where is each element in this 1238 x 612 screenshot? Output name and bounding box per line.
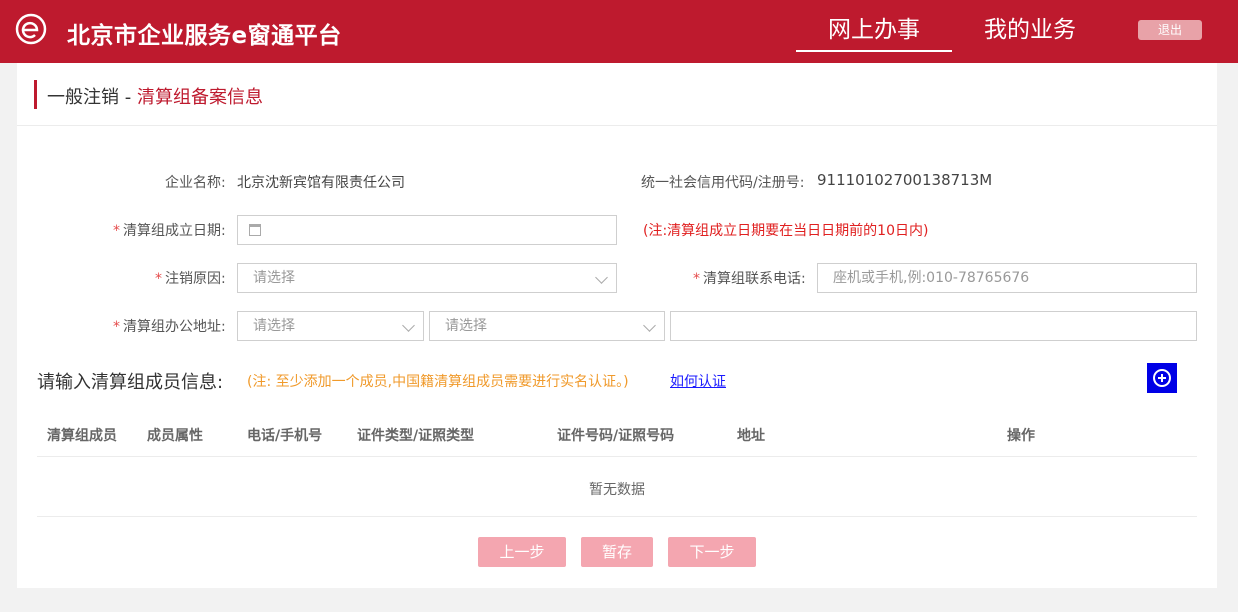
cancel-reason-select[interactable]: 请选择 bbox=[237, 263, 617, 293]
office-address-label-text: 清算组办公地址: bbox=[123, 319, 226, 335]
breadcrumb: 一般注销 - 清算组备案信息 bbox=[17, 63, 1217, 126]
chevron-down-icon bbox=[402, 319, 415, 332]
members-section-title: 请输入清算组成员信息: bbox=[37, 372, 224, 393]
column-header: 证件号码/证照号码 bbox=[557, 428, 675, 444]
credit-code-value: 91110102700138713M bbox=[817, 171, 993, 189]
breadcrumb-text: 一般注销 - 清算组备案信息 bbox=[47, 83, 263, 109]
contact-phone-placeholder: 座机或手机,例:010-78765676 bbox=[833, 270, 1030, 286]
nav-online-services[interactable]: 网上办事 bbox=[796, 10, 952, 52]
column-header: 清算组成员 bbox=[47, 428, 117, 444]
breadcrumb-separator: - bbox=[119, 87, 137, 108]
required-mark: * bbox=[155, 271, 162, 287]
address-district-select[interactable]: 请选择 bbox=[429, 311, 665, 341]
credit-code-label: 统一社会信用代码/注册号: bbox=[641, 175, 805, 191]
establish-date-label: * 清算组成立日期: bbox=[113, 220, 226, 240]
address-detail-input[interactable] bbox=[670, 311, 1197, 341]
column-header: 证件类型/证照类型 bbox=[357, 428, 475, 444]
cancel-reason-placeholder: 请选择 bbox=[253, 270, 295, 286]
save-draft-button[interactable]: 暂存 bbox=[581, 537, 653, 567]
establish-date-note: (注:清算组成立日期要在当日日期前的10日内) bbox=[643, 223, 929, 239]
main-card: 一般注销 - 清算组备案信息 企业名称: 北京沈新宾馆有限责任公司 统一社会信用… bbox=[17, 63, 1217, 588]
add-member-button[interactable] bbox=[1147, 363, 1177, 393]
table-divider bbox=[37, 516, 1197, 517]
required-mark: * bbox=[113, 223, 120, 239]
column-header: 成员属性 bbox=[147, 428, 203, 444]
column-header: 电话/手机号 bbox=[247, 428, 323, 444]
breadcrumb-parent[interactable]: 一般注销 bbox=[47, 87, 119, 108]
e-logo-icon[interactable] bbox=[15, 13, 47, 45]
required-mark: * bbox=[113, 319, 120, 335]
contact-phone-label-text: 清算组联系电话: bbox=[703, 271, 806, 287]
address-province-select[interactable]: 请选择 bbox=[237, 311, 424, 341]
breadcrumb-current: 清算组备案信息 bbox=[136, 87, 263, 108]
breadcrumb-accent-bar bbox=[34, 80, 37, 109]
prev-step-button[interactable]: 上一步 bbox=[478, 537, 566, 567]
contact-phone-label: * 清算组联系电话: bbox=[693, 268, 806, 288]
establish-date-input[interactable] bbox=[237, 215, 617, 245]
top-header: 北京市企业服务e窗通平台 网上办事 我的业务 退出 bbox=[0, 0, 1238, 63]
address-province-placeholder: 请选择 bbox=[253, 318, 295, 334]
chevron-down-icon bbox=[643, 319, 656, 332]
logout-button[interactable]: 退出 bbox=[1138, 20, 1202, 40]
column-header: 操作 bbox=[1007, 428, 1035, 444]
chevron-down-icon bbox=[595, 271, 608, 284]
contact-phone-input[interactable]: 座机或手机,例:010-78765676 bbox=[817, 263, 1197, 293]
column-header: 地址 bbox=[737, 428, 765, 444]
calendar-icon[interactable] bbox=[249, 224, 261, 236]
members-note: (注: 至少添加一个成员,中国籍清算组成员需要进行实名认证。) bbox=[247, 374, 629, 390]
company-name-label: 企业名称: bbox=[165, 175, 226, 191]
nav-my-business[interactable]: 我的业务 bbox=[966, 10, 1094, 52]
next-step-button[interactable]: 下一步 bbox=[668, 537, 756, 567]
office-address-label: * 清算组办公地址: bbox=[113, 316, 226, 336]
table-divider bbox=[37, 456, 1197, 457]
establish-date-label-text: 清算组成立日期: bbox=[123, 223, 226, 239]
cancel-reason-label-text: 注销原因: bbox=[165, 271, 226, 287]
plus-circle-icon bbox=[1153, 369, 1171, 387]
address-district-placeholder: 请选择 bbox=[445, 318, 487, 334]
table-empty-text: 暂无数据 bbox=[589, 482, 645, 498]
company-name-value: 北京沈新宾馆有限责任公司 bbox=[237, 175, 405, 191]
cancel-reason-label: * 注销原因: bbox=[155, 268, 226, 288]
app-title: 北京市企业服务e窗通平台 bbox=[67, 23, 342, 49]
how-to-verify-link[interactable]: 如何认证 bbox=[670, 371, 726, 391]
required-mark: * bbox=[693, 271, 700, 287]
